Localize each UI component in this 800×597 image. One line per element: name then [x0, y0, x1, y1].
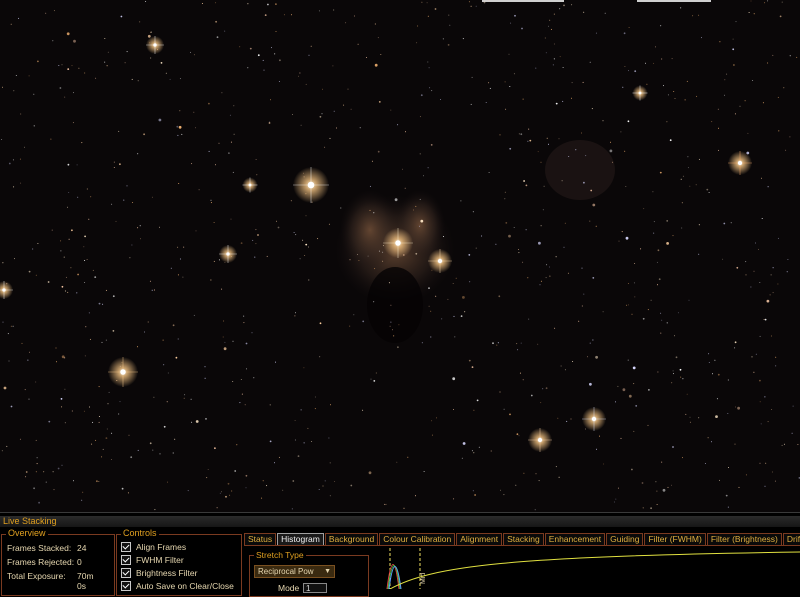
mid-marker-label: Mid	[420, 573, 427, 584]
chevron-down-icon: ▼	[324, 566, 331, 577]
nebula	[335, 140, 615, 343]
align-frames-label: Align Frames	[136, 542, 186, 552]
tab-background[interactable]: Background	[325, 533, 378, 545]
stretch-type-group: Stretch Type Reciprocal Pow ▼ Mode 1	[249, 555, 369, 597]
tab-stacking[interactable]: Stacking	[503, 533, 544, 545]
mode-value: 1	[306, 584, 310, 593]
tab-guiding[interactable]: Guiding	[606, 533, 643, 545]
checkbox-checked-icon[interactable]	[121, 555, 131, 565]
histogram-tab-content: Stretch Type Reciprocal Pow ▼ Mode 1 Mid	[244, 545, 800, 589]
tab-filter-brightness[interactable]: Filter (Brightness)	[707, 533, 782, 545]
total-exposure-label: Total Exposure:	[7, 571, 66, 581]
mode-label: Mode	[278, 583, 299, 593]
tab-status[interactable]: Status	[244, 533, 276, 545]
starfield-image	[0, 0, 800, 512]
fwhm-filter-checkbox[interactable]: FWHM Filter	[121, 555, 184, 565]
tab-alignment[interactable]: Alignment	[456, 533, 502, 545]
stretch-curve	[390, 552, 800, 589]
frames-stacked-value: 24	[77, 543, 86, 553]
total-exposure-row: Total Exposure: 70m 0s	[7, 571, 66, 581]
align-frames-checkbox[interactable]: Align Frames	[121, 542, 186, 552]
panel-title: Live Stacking	[0, 516, 800, 527]
tab-histogram[interactable]: Histogram	[277, 533, 324, 545]
total-exposure-value: 70m 0s	[77, 571, 94, 591]
tab-colour-calibration[interactable]: Colour Calibration	[379, 533, 455, 545]
tab-enhancement[interactable]: Enhancement	[545, 533, 605, 545]
frames-rejected-row: Frames Rejected: 0	[7, 557, 74, 567]
stretch-type-title: Stretch Type	[254, 550, 306, 560]
frames-rejected-value: 0	[77, 557, 82, 567]
stretch-type-select[interactable]: Reciprocal Pow ▼	[254, 565, 335, 578]
checkbox-checked-icon[interactable]	[121, 542, 131, 552]
fwhm-filter-label: FWHM Filter	[136, 555, 184, 565]
auto-save-label: Auto Save on Clear/Close	[136, 581, 234, 591]
stacked-image-view[interactable]	[0, 0, 800, 512]
stretch-type-value: Reciprocal Pow	[258, 567, 314, 576]
overview-title: Overview	[6, 528, 48, 538]
tab-filter-fwhm[interactable]: Filter (FWHM)	[644, 533, 705, 545]
tab-bar: StatusHistogramBackgroundColour Calibrat…	[244, 533, 800, 545]
frames-rejected-label: Frames Rejected:	[7, 557, 74, 567]
controls-title: Controls	[121, 528, 159, 538]
mode-input[interactable]: 1	[303, 583, 327, 593]
brightness-filter-label: Brightness Filter	[136, 568, 197, 578]
frames-stacked-row: Frames Stacked: 24	[7, 543, 71, 553]
checkbox-checked-icon[interactable]	[121, 581, 131, 591]
auto-save-checkbox[interactable]: Auto Save on Clear/Close	[121, 581, 234, 591]
histogram-graph[interactable]: Mid	[371, 546, 800, 589]
tab-drift-grap[interactable]: Drift Grap	[783, 533, 800, 545]
brightness-filter-checkbox[interactable]: Brightness Filter	[121, 568, 197, 578]
checkbox-checked-icon[interactable]	[121, 568, 131, 578]
frames-stacked-label: Frames Stacked:	[7, 543, 71, 553]
live-stacking-panel: Live Stacking Overview Frames Stacked: 2…	[0, 512, 800, 588]
